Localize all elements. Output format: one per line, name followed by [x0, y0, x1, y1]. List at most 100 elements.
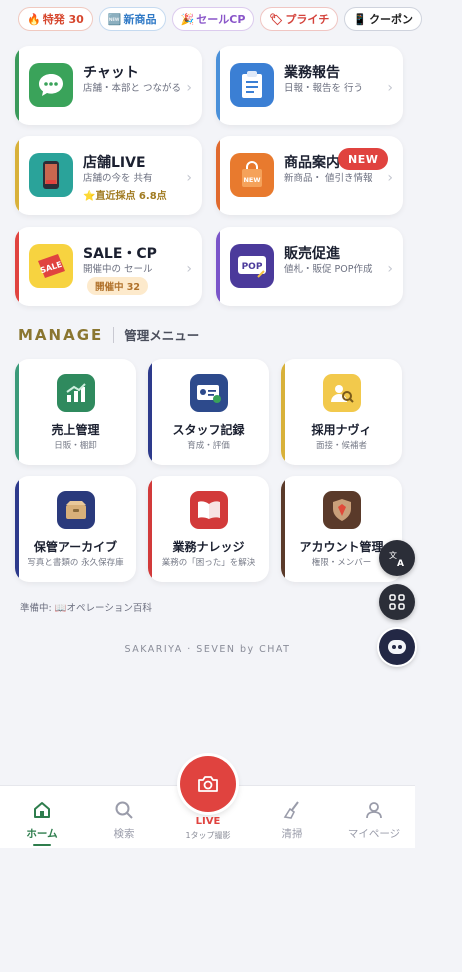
home-icon	[2, 800, 82, 822]
card-store-live[interactable]: 店舗LIVE 店舗の今を 共有 ⭐直近採点 6.8点 ›	[15, 136, 202, 215]
apps-button[interactable]	[379, 584, 415, 620]
card-sale-cp[interactable]: SALE SALE・CP 開催中の セール 開催中 32 ›	[15, 227, 202, 306]
live-sublabel: 1タップ撮影	[185, 831, 231, 840]
card-desc: 開催中の セール	[83, 264, 153, 275]
chip-label: クーポン	[369, 13, 414, 26]
app-screen: 🔥 特発 30 🆕 新商品 🎉 セールCP 🏷 プライチ 📱 クーポン チャット 店舗・本…	[0, 0, 423, 848]
card-accent-bar	[216, 136, 220, 215]
live-camera-button[interactable]	[180, 756, 236, 812]
active-indicator	[33, 844, 51, 846]
chip-new-product[interactable]: 🆕 新商品	[98, 7, 166, 31]
filter-chips: 🔥 特発 30 🆕 新商品 🎉 セールCP 🏷 プライチ 📱 クーポン	[18, 7, 423, 31]
manage-header: MANAGE 管理メニュー	[18, 325, 199, 344]
manage-item-title: 保管アーカイブ	[33, 540, 118, 554]
tab-home[interactable]: ホーム	[2, 786, 82, 846]
fire-icon: 🔥	[27, 12, 41, 26]
new-icon: 🆕	[107, 12, 122, 26]
card-chat[interactable]: チャット 店舗・本部と つながる ›	[15, 46, 202, 125]
card-title: チャット	[83, 65, 139, 81]
chip-price[interactable]: 🏷 プライチ	[260, 7, 339, 31]
card-title: 店舗LIVE	[83, 155, 146, 171]
manage-recruit[interactable]: 採用ナヴィ 面接・候補者	[281, 359, 402, 465]
chevron-right-icon: ›	[387, 170, 393, 186]
party-icon: 🎉	[180, 12, 195, 26]
card-product-info[interactable]: NEW 商品案内 新商品・ 値引き情報 NEW ›	[216, 136, 403, 215]
tab-label: ホーム	[26, 828, 58, 840]
chevron-right-icon: ›	[387, 261, 393, 277]
manage-title: MANAGE	[18, 325, 104, 344]
translate-button[interactable]: 文A	[379, 540, 415, 576]
shopping-bag-icon: NEW	[230, 153, 274, 197]
manage-sales[interactable]: 売上管理 日販・棚卸	[15, 359, 136, 465]
pop-board-icon: POP	[230, 244, 274, 288]
card-promotion[interactable]: POP 販売促進 値札・販促 POP作成 ›	[216, 227, 403, 306]
card-desc: 日報・報告を 行う	[284, 83, 364, 94]
card-accent-bar	[15, 136, 19, 215]
broom-icon	[252, 800, 332, 822]
assistant-bot-button[interactable]	[379, 629, 415, 665]
live-label: LIVE	[195, 816, 221, 827]
score-text: 直近採点 6.8点	[95, 191, 167, 202]
new-badge: NEW	[338, 148, 389, 170]
manage-item-sub: 写真と書類の 永久保存庫	[27, 558, 124, 568]
chip-coupon[interactable]: 📱 クーポン	[344, 7, 423, 31]
card-accent-bar	[216, 46, 220, 125]
tab-search[interactable]: 検索	[84, 786, 164, 841]
phone-icon: 📱	[353, 12, 368, 26]
svg-text:POP: POP	[242, 262, 263, 272]
star-icon: ⭐	[83, 191, 96, 202]
tab-label: マイページ	[347, 828, 401, 840]
manage-archive[interactable]: 保管アーカイブ 写真と書類の 永久保存庫	[15, 476, 136, 582]
robot-icon	[388, 640, 406, 654]
svg-text:NEW: NEW	[243, 176, 260, 184]
card-accent-bar	[15, 227, 19, 306]
footer-brand: SAKARIYA · SEVEN by CHAT	[124, 644, 291, 655]
user-icon	[334, 800, 414, 822]
card-desc: 値札・販促 POP作成	[284, 264, 373, 275]
staff-card-icon	[189, 374, 228, 412]
manage-knowledge[interactable]: 業務ナレッジ 業務の「困った」を解決	[148, 476, 269, 582]
recruit-search-icon	[322, 374, 361, 412]
card-desc: 店舗・本部と つながる	[83, 83, 182, 94]
manage-item-title: スタッフ記録	[172, 423, 245, 437]
divider	[113, 326, 115, 343]
chevron-right-icon: ›	[186, 80, 192, 96]
manage-item-sub: 日販・棚卸	[54, 441, 97, 451]
chip-label: セールCP	[196, 13, 246, 26]
manage-subtitle: 管理メニュー	[124, 328, 200, 343]
svg-text:文: 文	[389, 550, 397, 560]
chip-label: プライチ	[285, 13, 330, 26]
score-label: ⭐直近採点 6.8点	[83, 187, 167, 202]
card-desc: 新商品・ 値引き情報	[284, 173, 373, 184]
card-accent-bar	[216, 227, 220, 306]
manage-item-sub: 育成・評価	[187, 441, 230, 451]
card-desc: 店舗の今を 共有	[83, 173, 153, 184]
chat-icon	[29, 63, 73, 107]
shield-icon	[322, 491, 361, 529]
card-title: 商品案内	[284, 155, 340, 171]
svg-text:A: A	[397, 559, 404, 568]
manage-item-sub: 業務の「困った」を解決	[161, 558, 256, 568]
chip-label: 新商品	[123, 13, 157, 26]
chip-hot[interactable]: 🔥 特発 30	[18, 7, 93, 31]
tab-label: 検索	[113, 828, 135, 840]
tab-mypage[interactable]: マイページ	[334, 786, 414, 841]
chevron-right-icon: ›	[186, 170, 192, 186]
card-report[interactable]: 業務報告 日報・報告を 行う ›	[216, 46, 403, 125]
preparing-note: 準備中: 📖オペレーション百科	[20, 603, 152, 614]
search-icon	[84, 800, 164, 822]
manage-staff[interactable]: スタッフ記録 育成・評価	[148, 359, 269, 465]
translate-icon: 文A	[389, 550, 404, 568]
chip-sale-cp[interactable]: 🎉 セールCP	[171, 7, 255, 31]
active-count-pill: 開催中 32	[87, 277, 149, 295]
open-book-icon	[189, 491, 228, 529]
tab-label: 清掃	[281, 828, 303, 840]
tag-icon: 🏷	[269, 12, 284, 26]
manage-item-title: 採用ナヴィ	[311, 423, 372, 437]
live-phone-icon	[29, 153, 73, 197]
manage-item-sub: 面接・候補者	[315, 441, 367, 451]
clipboard-icon	[230, 63, 274, 107]
chevron-right-icon: ›	[186, 261, 192, 277]
tab-cleaning[interactable]: 清掃	[252, 786, 332, 841]
chevron-right-icon: ›	[387, 80, 393, 96]
